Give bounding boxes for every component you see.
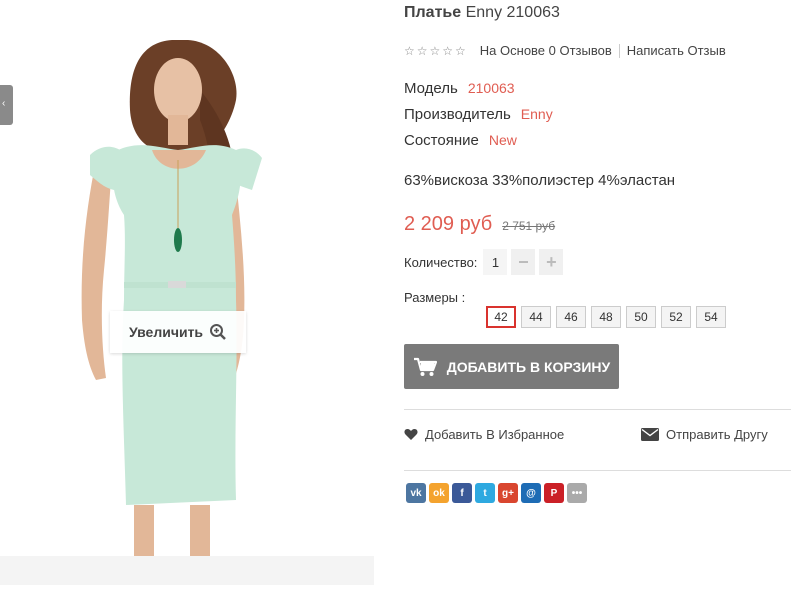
sizes-label: Размеры : [404,290,466,305]
size-selector: 42 44 46 48 50 52 54 [486,306,726,328]
quantity-input[interactable]: 1 [483,249,508,275]
spec-label: Модель [404,80,458,97]
divider [618,43,620,58]
odnoklassniki-icon[interactable]: ok [429,483,449,503]
size-option-54[interactable]: 54 [696,306,726,328]
zoom-button[interactable]: Увеличить [110,311,246,353]
spec-value: 210063 [467,80,515,96]
product-title: Платье Enny 210063 [404,4,560,22]
quantity-plus-button[interactable]: + [539,249,564,275]
add-to-cart-button[interactable]: ДОБАВИТЬ В КОРЗИНУ [404,344,619,389]
product-image-pane: ‹ Увеличить [0,0,374,585]
share-buttons: vk ok f t g+ @ P ••• [406,483,587,503]
current-price: 2 209 руб [404,213,493,235]
vk-icon[interactable]: vk [406,483,426,503]
more-icon[interactable]: ••• [567,483,587,503]
composition-text: 63%вискоза 33%полиэстер 4%эластан [404,172,676,189]
old-price: 2 751 руб [502,219,556,233]
size-option-52[interactable]: 52 [661,306,691,328]
star-rating-icon: ☆☆☆☆☆ [404,43,468,58]
send-friend-label: Отправить Другу [666,427,768,442]
facebook-icon[interactable]: f [452,483,472,503]
quantity-label: Количество: [404,254,478,270]
mailru-icon[interactable]: @ [521,483,541,503]
size-option-50[interactable]: 50 [626,306,656,328]
write-review-link[interactable]: Написать Отзыв [627,43,726,58]
rating-row: ☆☆☆☆☆ На Основе 0 Отзывов Написать Отзыв [404,43,726,58]
spec-label: Состояние [404,132,479,149]
twitter-icon[interactable]: t [475,483,495,503]
size-option-46[interactable]: 46 [556,306,586,328]
cart-icon [413,357,437,376]
send-to-friend-link[interactable]: Отправить Другу [641,427,768,442]
reviews-count-link[interactable]: На Основе 0 Отзывов [480,43,612,58]
wishlist-label: Добавить В Избранное [425,427,565,442]
price-row: 2 209 руб 2 751 руб [404,213,555,236]
size-option-48[interactable]: 48 [591,306,621,328]
dress-model-image [0,0,374,585]
spec-model: Модель 210063 [404,80,515,97]
size-option-44[interactable]: 44 [521,306,551,328]
zoom-label: Увеличить [128,324,204,340]
divider [404,409,791,410]
add-to-wishlist-link[interactable]: Добавить В Избранное [404,427,564,442]
size-option-42[interactable]: 42 [486,306,516,328]
pinterest-icon[interactable]: P [544,483,564,503]
quantity-minus-button[interactable]: − [511,249,536,275]
spec-label: Производитель [404,106,511,123]
product-photo[interactable]: ‹ Увеличить [0,0,374,585]
manufacturer-link[interactable]: Enny [521,106,553,122]
add-to-cart-label: ДОБАВИТЬ В КОРЗИНУ [446,358,611,375]
quantity-row: Количество: 1 − + [404,249,564,275]
spec-condition: Состояние New [404,132,517,149]
googleplus-icon[interactable]: g+ [498,483,518,503]
chevron-left-icon: ‹ [2,98,6,109]
spec-value: New [488,132,517,148]
gallery-prev-tab[interactable]: ‹ [0,85,13,125]
heart-icon [404,429,418,440]
product-title-name: Enny 210063 [465,4,560,21]
envelope-icon [641,428,659,441]
divider [404,470,791,471]
product-title-type: Платье [404,4,462,21]
zoom-in-icon [210,324,226,340]
spec-manufacturer: Производитель Enny [404,106,553,123]
